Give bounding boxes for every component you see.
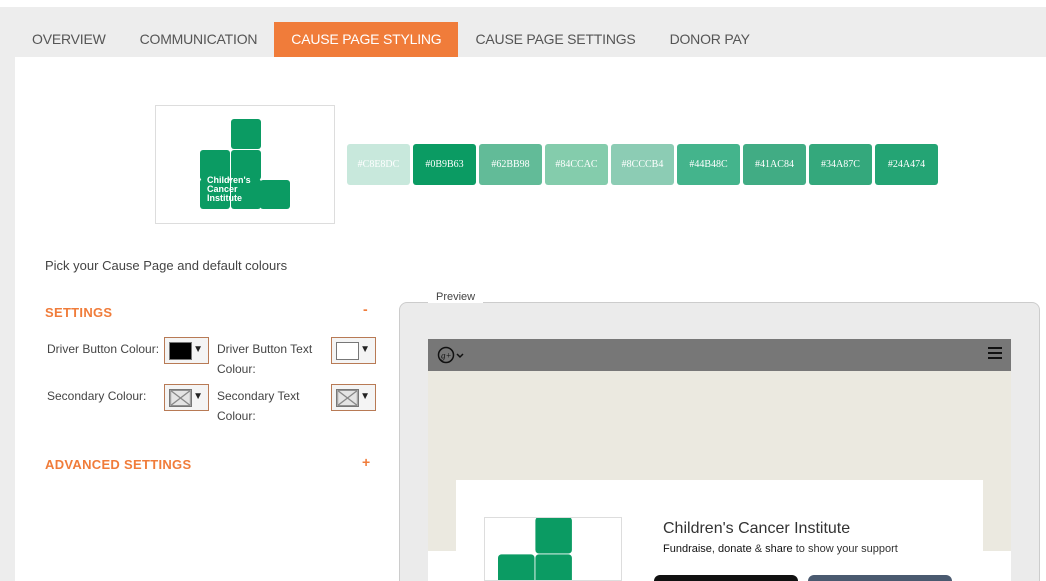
driver-button-colour-picker[interactable]: ▼ bbox=[164, 337, 209, 364]
secondary-text-colour-label: Secondary Text Colour: bbox=[217, 386, 300, 426]
tab-cause-page-styling[interactable]: CAUSE PAGE STYLING bbox=[274, 22, 459, 57]
preview-driver-button[interactable] bbox=[654, 575, 798, 581]
colour-swatch[interactable]: #34A87C bbox=[809, 144, 872, 185]
driver-button-text-colour-label-line1: Driver Button Text bbox=[217, 342, 313, 356]
jg-logo-icon[interactable]: g+ bbox=[437, 346, 465, 367]
tab-bar: OVERVIEW COMMUNICATION CAUSE PAGE STYLIN… bbox=[15, 22, 767, 57]
driver-button-text-colour-label-line2: Colour: bbox=[217, 362, 256, 376]
advanced-settings-title[interactable]: ADVANCED SETTINGS bbox=[45, 457, 191, 472]
settings-collapse-toggle[interactable]: - bbox=[363, 301, 368, 317]
advanced-settings-expand-toggle[interactable]: + bbox=[362, 454, 370, 470]
chevron-down-icon: ▼ bbox=[360, 344, 370, 355]
colour-swatches: #C8E8DC #0B9B63 #62BB98 #84CCAC #8CCCB4 #44B4… bbox=[347, 144, 938, 185]
pick-colours-text: Pick your Cause Page and default colours bbox=[45, 258, 288, 273]
driver-button-text-colour-picker[interactable]: ▼ bbox=[331, 337, 376, 364]
tab-communication[interactable]: COMMUNICATION bbox=[123, 22, 275, 57]
secondary-text-colour-label-line1: Secondary Text bbox=[217, 389, 300, 403]
colour-swatch[interactable]: #44B48C bbox=[677, 144, 740, 185]
charity-logo-icon bbox=[498, 518, 572, 580]
preview-legend: Preview bbox=[428, 291, 484, 303]
chevron-down-icon: ▼ bbox=[193, 391, 203, 402]
secondary-colour-label: Secondary Colour: bbox=[47, 389, 147, 403]
tagline-rest: to show your support bbox=[792, 543, 898, 555]
tagline-amp: & bbox=[751, 543, 766, 555]
colour-swatch[interactable]: #62BB98 bbox=[479, 144, 542, 185]
tagline-share: share bbox=[765, 543, 793, 555]
driver-button-colour-chip bbox=[169, 342, 192, 360]
secondary-text-colour-picker[interactable]: ▼ bbox=[331, 384, 376, 411]
preview-secondary-button[interactable] bbox=[808, 575, 952, 581]
logo-line-3: Institute bbox=[207, 193, 242, 203]
tagline-donate: donate bbox=[718, 543, 752, 555]
colour-swatch[interactable]: #8CCCB4 bbox=[611, 144, 674, 185]
top-strip bbox=[0, 0, 1046, 7]
driver-button-text-colour-chip bbox=[336, 342, 359, 360]
colour-swatch[interactable]: #84CCAC bbox=[545, 144, 608, 185]
preview-header-bar: g+ bbox=[428, 339, 1011, 371]
secondary-colour-picker[interactable]: ▼ bbox=[164, 384, 209, 411]
tab-overview[interactable]: OVERVIEW bbox=[15, 22, 123, 57]
preview-tagline: Fundraise, donate & share to show your s… bbox=[663, 543, 898, 555]
chevron-down-icon: ▼ bbox=[193, 344, 203, 355]
preview-charity-title: Children's Cancer Institute bbox=[663, 520, 851, 537]
driver-button-text-colour-label: Driver Button Text Colour: bbox=[217, 339, 312, 379]
tab-cause-page-settings[interactable]: CAUSE PAGE SETTINGS bbox=[458, 22, 652, 57]
no-colour-icon bbox=[169, 389, 192, 407]
no-colour-icon bbox=[336, 389, 359, 407]
driver-button-colour-label: Driver Button Colour: bbox=[47, 342, 160, 356]
hamburger-icon[interactable] bbox=[988, 345, 1002, 365]
colour-swatch[interactable]: #C8E8DC bbox=[347, 144, 410, 185]
jg-logo-mark: g+ bbox=[437, 346, 464, 364]
colour-swatch[interactable]: #0B9B63 bbox=[413, 144, 476, 185]
charity-logo-icon: Children's Cancer Institute bbox=[200, 119, 290, 209]
settings-title: SETTINGS bbox=[45, 305, 113, 320]
charity-logo-box[interactable]: Children's Cancer Institute bbox=[155, 105, 335, 224]
colour-swatch[interactable]: #24A474 bbox=[875, 144, 938, 185]
colour-swatch[interactable]: #41AC84 bbox=[743, 144, 806, 185]
preview-charity-logo bbox=[484, 517, 622, 581]
secondary-text-colour-label-line2: Colour: bbox=[217, 409, 256, 423]
tab-donor-pay[interactable]: DONOR PAY bbox=[653, 22, 767, 57]
svg-text:g+: g+ bbox=[441, 351, 452, 361]
tagline-fundraise: Fundraise bbox=[663, 543, 712, 555]
chevron-down-icon: ▼ bbox=[360, 391, 370, 402]
